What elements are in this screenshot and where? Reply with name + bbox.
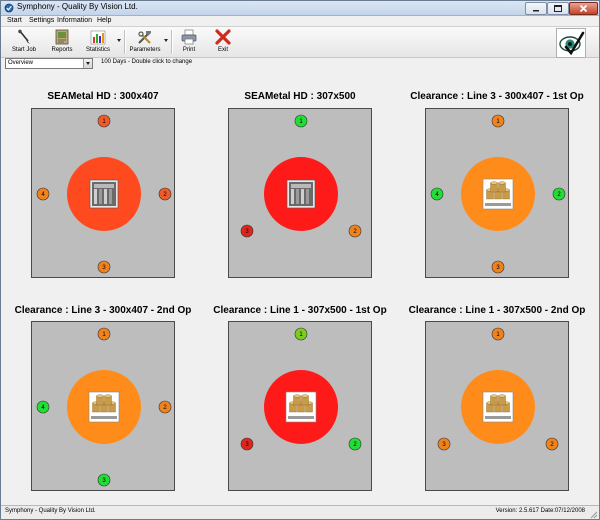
cans-photo [88, 391, 120, 423]
toolbar-separator [171, 30, 173, 54]
view-select-arrow[interactable] [83, 59, 92, 68]
panel-title: Clearance : Line 1 - 307x500 - 1st Op [213, 305, 387, 316]
parameters-button[interactable]: Parameters [127, 28, 163, 56]
head-status-dot[interactable]: 1 [97, 114, 111, 128]
overview-panel-grid: SEAMetal HD : 300x407 1 2 3 4 SEAMetal HD : 3… [1, 71, 599, 503]
statistics-icon [90, 30, 106, 45]
station-status-graphic: 1 2 3 [240, 327, 362, 451]
head-status-dot[interactable]: 4 [430, 187, 444, 201]
close-button[interactable] [569, 2, 598, 15]
printer-icon [181, 29, 197, 45]
cans-photo [285, 391, 317, 423]
head-status-dot[interactable]: 3 [97, 473, 111, 487]
application-window: Symphony - Quality By Vision Ltd. Start … [0, 0, 600, 520]
cans-photo [482, 391, 514, 423]
toolbar-separator [124, 30, 126, 54]
station-panel[interactable]: 1 2 3 [228, 108, 372, 278]
panel-title: Clearance : Line 3 - 300x407 - 2nd Op [14, 305, 192, 316]
head-status-dot[interactable]: 2 [158, 400, 172, 414]
panel-title: SEAMetal HD : 307x500 [244, 91, 356, 102]
parameters-dropdown-arrow-icon[interactable] [164, 39, 168, 42]
head-status-dot[interactable]: 4 [36, 400, 50, 414]
title-bar[interactable]: Symphony - Quality By Vision Ltd. [1, 1, 599, 16]
minimize-button[interactable] [525, 2, 547, 15]
station-panel[interactable]: 1 2 3 [425, 321, 569, 491]
station-status-graphic: 1 2 3 4 [36, 327, 172, 487]
resize-grip-icon[interactable] [589, 510, 598, 519]
head-status-dot[interactable]: 2 [158, 187, 172, 201]
station-status-graphic: 1 2 3 4 [36, 114, 172, 274]
panel-title: SEAMetal HD : 300x407 [47, 91, 159, 102]
reports-label: Reports [51, 47, 73, 53]
reports-button[interactable]: Reports [47, 28, 77, 56]
exit-button[interactable]: Exit [209, 28, 237, 56]
view-select-value: Overview [8, 60, 34, 66]
maximize-button[interactable] [547, 2, 569, 15]
toolbar: Start Job Reports Statistics Parameters … [1, 26, 599, 58]
app-icon [4, 3, 14, 13]
menu-information[interactable]: Information [57, 16, 92, 25]
station-status-graphic: 1 2 3 [437, 327, 559, 451]
head-status-dot[interactable]: 3 [97, 260, 111, 274]
cans-photo [482, 178, 514, 210]
head-status-dot[interactable]: 2 [348, 224, 362, 238]
head-status-dot[interactable]: 1 [491, 114, 505, 128]
head-status-dot[interactable]: 1 [491, 327, 505, 341]
machine-photo [286, 179, 316, 209]
status-company: Symphony - Quality By Vision Ltd. [5, 508, 96, 514]
menu-bar: Start Settings Information Help [1, 16, 599, 25]
station-panel[interactable]: 1 2 3 4 [425, 108, 569, 278]
view-select[interactable]: Overview [5, 58, 93, 69]
station-panel[interactable]: 1 2 3 [228, 321, 372, 491]
status-bar: Symphony - Quality By Vision Ltd. Versio… [1, 505, 599, 519]
print-button[interactable]: Print [175, 28, 203, 56]
station-status-graphic: 1 2 3 4 [430, 114, 566, 274]
window-title: Symphony - Quality By Vision Ltd. [17, 2, 138, 11]
menu-settings[interactable]: Settings [29, 16, 54, 25]
eye-checkmark-logo-icon [559, 31, 585, 56]
panel-title: Clearance : Line 3 - 300x407 - 1st Op [410, 91, 584, 102]
start-job-label: Start Job [11, 47, 36, 53]
start-job-button[interactable]: Start Job [7, 28, 41, 56]
minimize-icon [533, 10, 539, 12]
station-panel[interactable]: 1 2 3 4 [31, 108, 175, 278]
menu-start[interactable]: Start [7, 16, 22, 25]
start-job-icon [18, 29, 30, 44]
panel-title: Clearance : Line 1 - 307x500 - 2nd Op [408, 305, 586, 316]
chevron-down-icon [86, 62, 90, 65]
station-status-graphic: 1 2 3 [240, 114, 362, 238]
head-status-dot[interactable]: 1 [294, 114, 308, 128]
head-status-dot[interactable]: 1 [97, 327, 111, 341]
head-status-dot[interactable]: 3 [491, 260, 505, 274]
view-bar: Overview 100 Days - Double click to chan… [1, 57, 599, 69]
head-status-dot[interactable]: 3 [240, 224, 254, 238]
menu-help[interactable]: Help [97, 16, 111, 25]
statistics-label: Statistics [85, 47, 110, 53]
maximize-icon [554, 5, 562, 12]
brand-logo [556, 28, 586, 58]
print-label: Print [182, 47, 196, 53]
head-status-dot[interactable]: 1 [294, 327, 308, 341]
head-status-dot[interactable]: 4 [36, 187, 50, 201]
head-status-dot[interactable]: 2 [552, 187, 566, 201]
status-version: Version: 2.5.617 Date:07/12/2008 [495, 508, 585, 514]
parameters-label: Parameters [129, 47, 161, 53]
parameters-icon [138, 31, 151, 44]
machine-photo [89, 179, 119, 209]
exit-icon [215, 29, 231, 45]
reports-icon [55, 29, 69, 45]
period-hint: 100 Days - Double click to change [101, 59, 193, 65]
head-status-dot[interactable]: 3 [240, 437, 254, 451]
head-status-dot[interactable]: 3 [437, 437, 451, 451]
head-status-dot[interactable]: 2 [545, 437, 559, 451]
close-icon [579, 4, 588, 13]
head-status-dot[interactable]: 2 [348, 437, 362, 451]
exit-label: Exit [217, 47, 228, 53]
statistics-dropdown-arrow-icon[interactable] [117, 39, 121, 42]
station-panel[interactable]: 1 2 3 4 [31, 321, 175, 491]
statistics-button[interactable]: Statistics [81, 28, 115, 56]
